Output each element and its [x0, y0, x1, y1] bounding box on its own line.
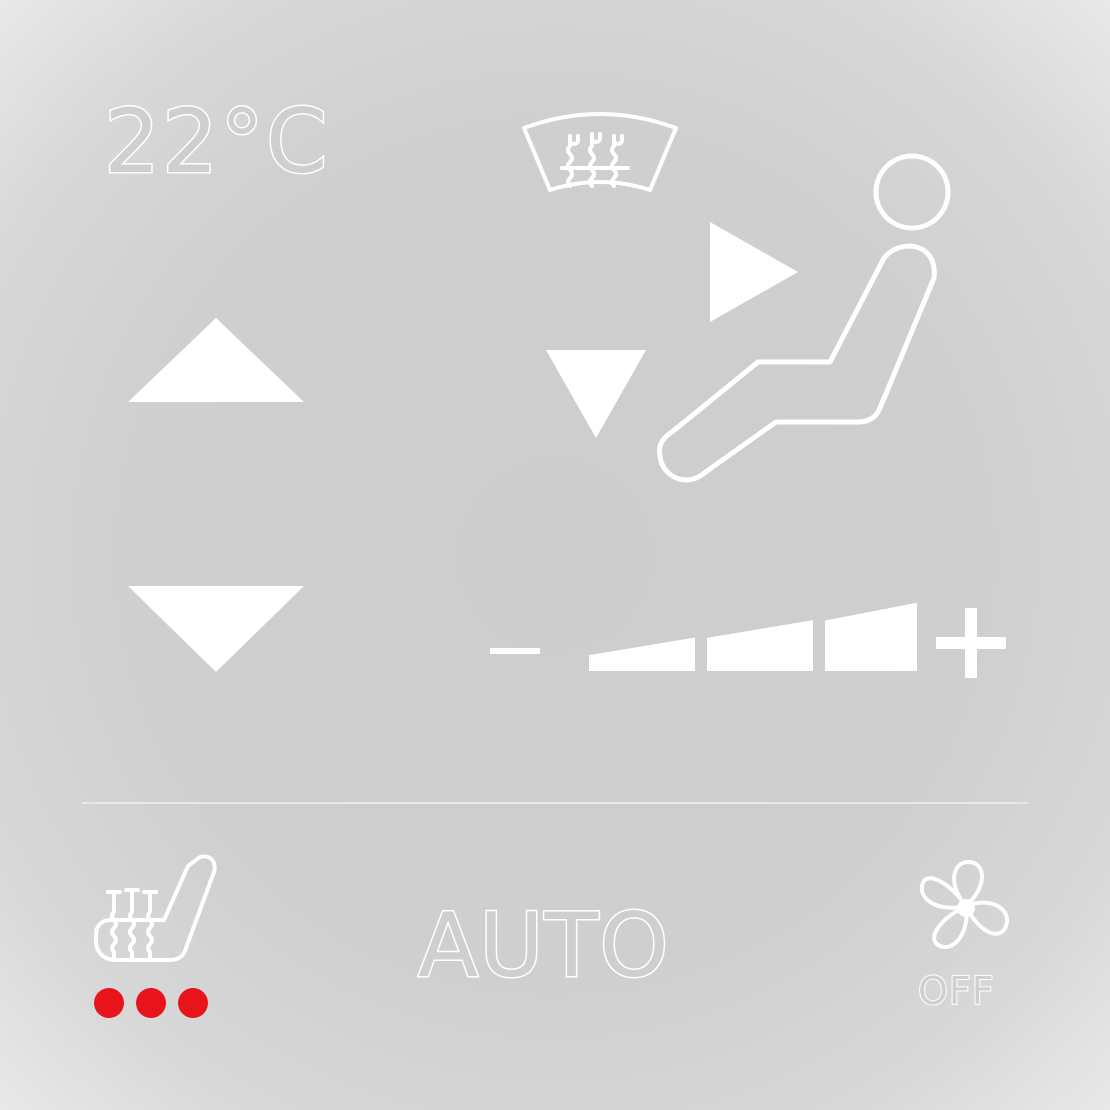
- seat-heat-level-dot: [136, 988, 166, 1018]
- minus-icon: [490, 648, 540, 654]
- seat-heater-button[interactable]: [88, 848, 224, 1024]
- arrow-down-icon: [546, 350, 646, 438]
- fan-speed-segment: [707, 620, 813, 671]
- triangle-up-icon: [128, 318, 304, 402]
- fan-off-button[interactable]: OFF: [908, 856, 1028, 1016]
- triangle-down-icon: [128, 586, 304, 672]
- temperature-readout: 22°C: [102, 90, 330, 193]
- fan-speed-decrease-button[interactable]: [486, 636, 544, 666]
- climate-control-panel: 22°C AUTO OFF: [0, 0, 1110, 1110]
- fan-speed-indicator: [589, 602, 917, 671]
- seat-heat-level-dot: [178, 988, 208, 1018]
- temp-up-button[interactable]: [126, 316, 306, 406]
- fan-icon: [919, 860, 1010, 950]
- fan-speed-segment: [825, 602, 917, 671]
- seat-heat-level-indicator: [94, 986, 224, 1020]
- fan-off-label: OFF: [917, 969, 995, 1013]
- auto-mode-button[interactable]: AUTO: [417, 900, 671, 991]
- plus-icon: [936, 608, 1006, 678]
- fan-speed-segment: [589, 637, 695, 671]
- seated-person-icon: [657, 153, 951, 483]
- temp-down-button[interactable]: [126, 584, 306, 674]
- divider: [82, 802, 1028, 804]
- seat-heater-icon: [94, 854, 217, 962]
- fan-speed-increase-button[interactable]: [934, 606, 1008, 680]
- airflow-feet-button[interactable]: [544, 348, 648, 440]
- seat-heat-level-dot: [94, 988, 124, 1018]
